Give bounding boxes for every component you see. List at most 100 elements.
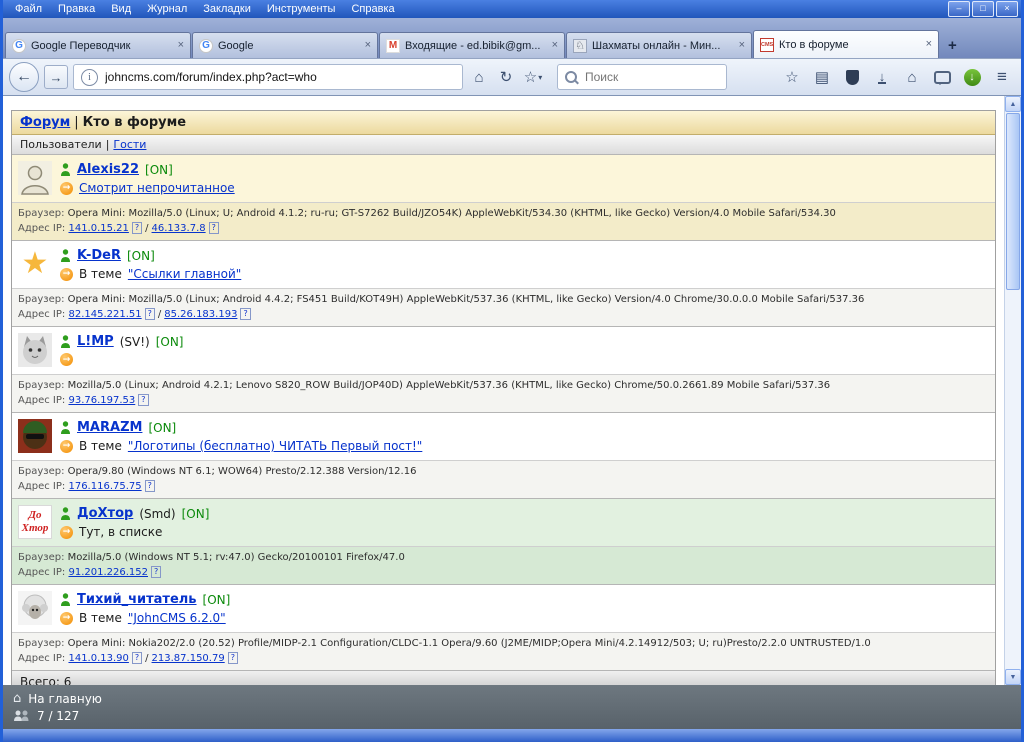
activity-link[interactable]: "Логотипы (бесплатно) ЧИТАТЬ Первый пост…: [128, 439, 422, 453]
ip-line: Адрес IP: 91.201.226.152?/?: [18, 565, 989, 580]
ip-link[interactable]: 46.133.7.8: [152, 223, 206, 234]
activity-prefix: В теме: [79, 611, 122, 625]
vertical-scrollbar[interactable]: ▲ ▼: [1004, 96, 1021, 685]
home-small-icon[interactable]: ⌂: [468, 65, 490, 89]
tab-close-icon[interactable]: ×: [926, 39, 932, 50]
user-avatar-cat[interactable]: [18, 333, 52, 367]
activity-arrow-icon: →: [60, 268, 73, 281]
tab-google-translate[interactable]: G Google Переводчик ×: [5, 32, 191, 58]
online-status-badge: [ON]: [145, 163, 173, 177]
scrollbar-track[interactable]: [1005, 112, 1021, 669]
guests-link[interactable]: Гости: [113, 138, 146, 151]
menu-view[interactable]: Вид: [103, 2, 139, 16]
tab-chess-online[interactable]: ♘ Шахматы онлайн - Мин... ×: [566, 32, 752, 58]
user-avatar-star[interactable]: ★: [18, 247, 52, 281]
tab-close-icon[interactable]: ×: [552, 40, 558, 51]
forward-button[interactable]: →: [44, 65, 68, 89]
tab-close-icon[interactable]: ×: [365, 40, 371, 51]
tab-gmail-inbox[interactable]: M Входящие - ed.bibik@gm... ×: [379, 32, 565, 58]
ip-link[interactable]: 82.145.221.51: [68, 309, 141, 320]
activity-arrow-icon: →: [60, 612, 73, 625]
user-name-link[interactable]: ДоХтор: [77, 506, 133, 521]
menu-tools[interactable]: Инструменты: [259, 2, 344, 16]
whois-link[interactable]: ?: [132, 222, 142, 234]
whois-link[interactable]: ?: [132, 652, 142, 664]
savefrom-extension-icon[interactable]: ↓: [961, 65, 983, 89]
menu-bookmarks[interactable]: Закладки: [195, 2, 259, 16]
ip-link[interactable]: 141.0.15.21: [68, 223, 128, 234]
ip-label: Адрес IP:: [18, 395, 65, 406]
browser-value: Opera Mini: Mozilla/5.0 (Linux; Android …: [68, 294, 865, 305]
bookmark-star-icon[interactable]: ☆: [781, 65, 803, 89]
search-box[interactable]: [557, 64, 727, 90]
tab-close-icon[interactable]: ×: [739, 40, 745, 51]
tab-google[interactable]: G Google ×: [192, 32, 378, 58]
user-avatar-default-person[interactable]: [18, 161, 52, 195]
url-bar[interactable]: i johncms.com/forum/index.php?act=who: [73, 64, 463, 90]
ip-link[interactable]: 93.76.197.53: [68, 395, 135, 406]
footer-home-link[interactable]: На главную: [28, 692, 102, 706]
users-label: Пользователи: [20, 138, 102, 151]
ip-link[interactable]: 91.201.226.152: [68, 567, 148, 578]
user-name-link[interactable]: Тихий_читатель: [77, 592, 197, 607]
speech-bubble-icon: [934, 71, 951, 84]
activity-link[interactable]: "Ссылки главной": [128, 267, 241, 281]
menu-edit[interactable]: Правка: [50, 2, 103, 16]
close-button[interactable]: ×: [996, 1, 1018, 17]
reload-icon[interactable]: ↻: [495, 65, 517, 89]
whois-link[interactable]: ?: [209, 222, 219, 234]
ip-link[interactable]: 85.26.183.193: [164, 309, 237, 320]
tab-who-in-forum-active[interactable]: CMS Кто в форуме ×: [753, 30, 939, 58]
menu-history[interactable]: Журнал: [139, 2, 195, 16]
whois-link[interactable]: ?: [228, 652, 238, 664]
chat-extension-icon[interactable]: [931, 65, 953, 89]
downloads-icon[interactable]: ↓: [871, 65, 893, 89]
gmail-favicon-icon: M: [386, 39, 400, 53]
whois-link[interactable]: ?: [240, 308, 250, 320]
whois-link[interactable]: ?: [145, 480, 155, 492]
new-tab-button[interactable]: +: [940, 33, 965, 57]
user-avatar-sheep[interactable]: [18, 591, 52, 625]
user-name-link[interactable]: L!MP: [77, 334, 114, 349]
activity-arrow-icon: →: [60, 526, 73, 539]
menu-help[interactable]: Справка: [343, 2, 402, 16]
browser-label: Браузер:: [18, 294, 64, 305]
scroll-down-button[interactable]: ▼: [1005, 669, 1021, 685]
forum-link[interactable]: Форум: [20, 115, 70, 130]
online-user-icon: [60, 421, 71, 434]
scrollbar-thumb[interactable]: [1006, 113, 1020, 290]
url-text[interactable]: johncms.com/forum/index.php?act=who: [105, 70, 317, 84]
user-avatar-text[interactable]: До Хтор: [18, 505, 52, 539]
browser-line: Браузер: Opera Mini: Nokia202/2.0 (20.52…: [18, 636, 989, 651]
browser-value: Opera Mini: Mozilla/5.0 (Linux; U; Andro…: [68, 208, 836, 219]
restore-button[interactable]: □: [972, 1, 994, 17]
back-button[interactable]: ←: [9, 62, 39, 92]
minimize-button[interactable]: –: [948, 1, 970, 17]
whois-link[interactable]: ?: [145, 308, 155, 320]
user-avatar-face-sunglasses[interactable]: [18, 419, 52, 453]
scroll-up-button[interactable]: ▲: [1005, 96, 1021, 112]
ip-link[interactable]: 176.116.75.75: [68, 481, 141, 492]
adblock-shield-icon[interactable]: [841, 65, 863, 89]
user-name-link[interactable]: MARAZM: [77, 420, 142, 435]
activity-link[interactable]: Смотрит непрочитанное: [79, 181, 235, 195]
activity-link[interactable]: "JohnCMS 6.2.0": [128, 611, 226, 625]
search-input[interactable]: [583, 69, 719, 85]
ip-link[interactable]: 141.0.13.90: [68, 653, 128, 664]
quick-access-dropdown[interactable]: ☆ ▾: [522, 65, 544, 89]
ip-label: Адрес IP:: [18, 309, 65, 320]
browser-value: Opera Mini: Nokia202/2.0 (20.52) Profile…: [68, 638, 871, 649]
user-name-link[interactable]: Alexis22: [77, 162, 139, 177]
browser-label: Браузер:: [18, 208, 64, 219]
tab-close-icon[interactable]: ×: [178, 40, 184, 51]
browser-label: Браузер:: [18, 552, 64, 563]
ip-link[interactable]: 213.87.150.79: [152, 653, 225, 664]
reading-list-icon[interactable]: ▤: [811, 65, 833, 89]
whois-link[interactable]: ?: [138, 394, 148, 406]
hamburger-menu-icon[interactable]: ≡: [991, 65, 1013, 89]
menu-file[interactable]: Файл: [7, 2, 50, 16]
home-icon[interactable]: ⌂: [901, 65, 923, 89]
site-info-icon[interactable]: i: [81, 69, 98, 86]
whois-link[interactable]: ?: [151, 566, 161, 578]
user-name-link[interactable]: K-DeR: [77, 248, 121, 263]
